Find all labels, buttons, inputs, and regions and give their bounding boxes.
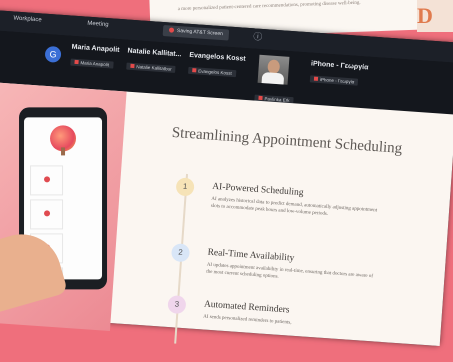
background-brand-logo: D co xyxy=(417,0,453,32)
meeting-label[interactable]: Meeting xyxy=(87,21,109,28)
step-description: AI updates appointment availability in r… xyxy=(206,262,374,280)
app-tile xyxy=(30,199,64,230)
laptop-screen: Workplace Meeting Saving AT&T Screen ⓘ G… xyxy=(0,10,453,347)
participant-tag: Evangelos Kosst xyxy=(188,66,236,78)
participant-video-4[interactable] xyxy=(257,54,290,85)
participant-tile-2[interactable]: Natalie Kallitat... Natalie Kallitatbur xyxy=(126,48,182,77)
step-number: 1 xyxy=(175,177,195,197)
brand-letter: D xyxy=(417,3,433,28)
step-2: 2 Real-Time Availability AI updates appo… xyxy=(170,243,391,280)
participant-name: iPhone - Γεωργία xyxy=(310,60,369,72)
brand-sub: co xyxy=(437,20,442,32)
step-1: 1 AI-Powered Scheduling AI analyzes hist… xyxy=(175,177,396,217)
shared-screen: Streamlining Appointment Scheduling 1 AI… xyxy=(0,81,453,347)
step-number: 3 xyxy=(167,295,187,315)
self-avatar[interactable]: G xyxy=(44,45,62,63)
participant-name: Natalie Kallitat... xyxy=(127,47,182,59)
step-title: Automated Reminders xyxy=(203,299,290,316)
participant-tile-1[interactable]: Maria Anapolit Maria Anapolit xyxy=(70,44,120,72)
participant-tag: Maria Anapolit xyxy=(70,58,114,69)
app-tile xyxy=(30,165,64,196)
participant-tag: iPhone - Γεωργία xyxy=(309,75,359,86)
participant-name: Maria Anapolit xyxy=(71,43,120,54)
slide-image-panel xyxy=(0,81,127,332)
recording-indicator[interactable]: Saving AT&T Screen xyxy=(162,24,230,41)
step-number: 2 xyxy=(170,243,191,263)
participant-name: Evangelos Kosst xyxy=(189,51,246,63)
step-title: Real-Time Availability xyxy=(207,247,295,264)
background-document-text: a more personalized patient-centered car… xyxy=(177,0,361,13)
slide-title: Streamlining Appointment Scheduling xyxy=(171,124,403,157)
participant-tile-3[interactable]: Evangelos Kosst Evangelos Kosst xyxy=(188,52,246,81)
step-title: AI-Powered Scheduling xyxy=(211,181,304,199)
info-icon[interactable]: ⓘ xyxy=(252,31,263,42)
app-name[interactable]: Workplace xyxy=(13,16,42,24)
step-description: AI analyzes historical data to predict d… xyxy=(210,196,378,217)
person-body xyxy=(261,72,285,85)
participant-tag: Natalie Kallitatbur xyxy=(126,62,176,73)
tree-trunk xyxy=(61,147,66,156)
participant-tile-5[interactable]: iPhone - Γεωργία iPhone - Γεωργία xyxy=(309,60,369,89)
step-description: AI sends personalized reminders to patie… xyxy=(202,314,292,326)
